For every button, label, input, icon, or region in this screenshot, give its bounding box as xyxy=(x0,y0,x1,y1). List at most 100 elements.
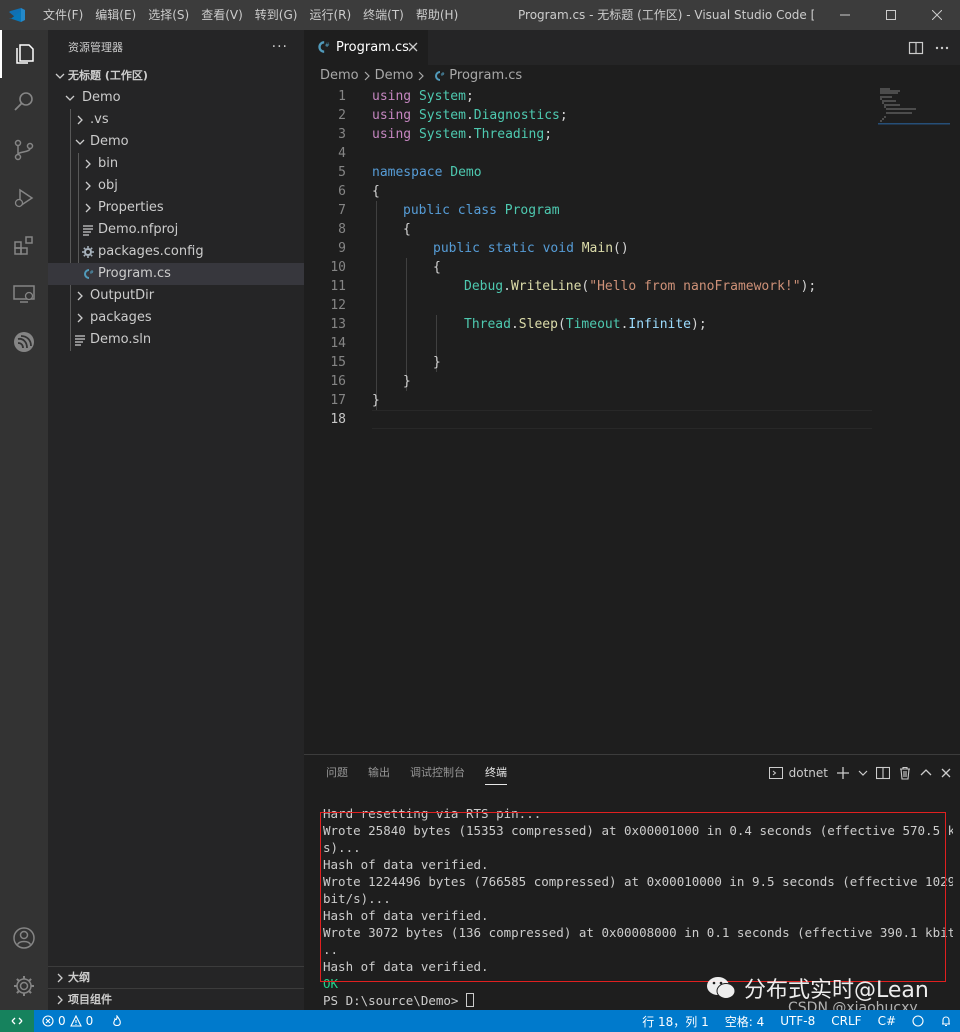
breadcrumb-item[interactable]: Demo xyxy=(320,65,359,87)
feedback-icon[interactable] xyxy=(912,1015,924,1027)
tree-item-properties[interactable]: Properties xyxy=(48,197,304,219)
code-token: { xyxy=(403,222,411,237)
tree-item-packages[interactable]: packages xyxy=(48,307,304,329)
code-line: 1 using System; xyxy=(304,87,960,106)
minimize-button[interactable] xyxy=(822,0,868,30)
problems-indicator[interactable]: 0 0 xyxy=(42,1010,123,1032)
tree-item-bin[interactable]: bin xyxy=(48,153,304,175)
tree-item-obj[interactable]: obj xyxy=(48,175,304,197)
workspace-root[interactable]: 无标题 (工作区) xyxy=(48,65,304,87)
line-number: 16 xyxy=(330,374,346,389)
remote-icon xyxy=(11,1017,23,1025)
tree-item-packages-config[interactable]: packages.config xyxy=(48,241,304,263)
run-debug-activity[interactable] xyxy=(0,174,48,222)
maximize-button[interactable] xyxy=(868,0,914,30)
close-icon[interactable] xyxy=(406,40,420,54)
chevron-right-icon xyxy=(80,197,96,219)
menu-selection[interactable]: 选择(S) xyxy=(142,0,195,30)
explorer-title: 资源管理器 xyxy=(68,41,123,54)
code-line: 13 Thread.Sleep(Timeout.Infinite); xyxy=(304,315,960,334)
breadcrumb-item[interactable]: Program.cs xyxy=(449,65,522,87)
tree-item-demo-root[interactable]: Demo xyxy=(48,87,304,109)
outline-section[interactable]: 大纲 xyxy=(48,966,304,988)
window-controls xyxy=(822,0,960,30)
cursor-position[interactable]: 行 18，列 1 xyxy=(642,1013,709,1030)
tab-terminal[interactable]: 终端 xyxy=(475,755,517,791)
svg-text:#: # xyxy=(441,72,445,78)
tree-item-label: Demo xyxy=(82,90,121,105)
chevron-right-icon xyxy=(72,109,88,131)
indentation[interactable]: 空格: 4 xyxy=(725,1013,765,1030)
explorer-activity[interactable] xyxy=(0,30,48,78)
close-window-button[interactable] xyxy=(914,0,960,30)
tree-item-demo-project[interactable]: Demo xyxy=(48,131,304,153)
code-token: } xyxy=(433,355,441,370)
tab-program-cs[interactable]: # Program.cs xyxy=(304,30,428,65)
terminal-selector[interactable]: dotnet xyxy=(768,766,828,780)
line-number: 18 xyxy=(330,412,346,427)
extensions-activity[interactable] xyxy=(0,222,48,270)
close-icon[interactable] xyxy=(940,767,952,779)
remote-explorer-activity[interactable] xyxy=(0,270,48,318)
tab-debug-console[interactable]: 调试控制台 xyxy=(400,755,475,791)
explorer-header: 资源管理器 ··· xyxy=(48,30,304,65)
accounts-activity[interactable] xyxy=(0,914,48,962)
minimap[interactable] xyxy=(878,87,950,127)
tree-item-label: obj xyxy=(98,178,118,193)
menu-file[interactable]: 文件(F) xyxy=(37,0,89,30)
split-editor-icon[interactable] xyxy=(908,40,924,56)
manage-activity[interactable] xyxy=(0,962,48,1010)
warning-count: 0 xyxy=(85,1014,94,1028)
split-terminal-icon[interactable] xyxy=(876,766,890,780)
tab-problems[interactable]: 问题 xyxy=(316,755,358,791)
more-actions-button[interactable]: ··· xyxy=(272,30,288,65)
language-mode[interactable]: C# xyxy=(878,1014,896,1028)
project-components-section[interactable]: 项目组件 xyxy=(48,988,304,1010)
espressif-activity[interactable] xyxy=(0,318,48,366)
add-terminal-icon[interactable] xyxy=(836,766,850,780)
chevron-right-icon xyxy=(72,307,88,329)
source-control-icon xyxy=(14,139,34,161)
bell-icon[interactable] xyxy=(940,1015,952,1027)
code-token: static xyxy=(487,241,535,256)
tree-item-nfproj[interactable]: Demo.nfproj xyxy=(48,219,304,241)
trash-icon[interactable] xyxy=(898,766,912,780)
chevron-right-icon xyxy=(80,175,96,197)
flame-icon[interactable] xyxy=(111,1015,123,1027)
more-actions-icon[interactable] xyxy=(934,40,950,56)
menu-terminal[interactable]: 终端(T) xyxy=(357,0,410,30)
encoding[interactable]: UTF-8 xyxy=(780,1014,815,1028)
menu-run[interactable]: 运行(R) xyxy=(303,0,357,30)
code-token: } xyxy=(403,374,411,389)
breadcrumb-item[interactable]: Demo xyxy=(375,65,414,87)
menu-go[interactable]: 转到(G) xyxy=(249,0,304,30)
remote-indicator[interactable] xyxy=(0,1010,34,1032)
chevron-down-icon[interactable] xyxy=(858,768,868,778)
tree-item-vs[interactable]: .vs xyxy=(48,109,304,131)
source-control-activity[interactable] xyxy=(0,126,48,174)
line-number: 9 xyxy=(338,241,346,256)
tree-item-program-cs[interactable]: # Program.cs xyxy=(48,263,304,285)
remote-explorer-icon xyxy=(13,285,35,303)
terminal-line: Wrote 1224496 bytes (766585 compressed) … xyxy=(323,874,953,889)
menu-help[interactable]: 帮助(H) xyxy=(410,0,464,30)
search-activity[interactable] xyxy=(0,78,48,126)
code-token: Debug xyxy=(464,279,504,294)
menu-bar: 文件(F) 编辑(E) 选择(S) 查看(V) 转到(G) 运行(R) 终端(T… xyxy=(37,0,464,30)
error-icon xyxy=(42,1015,54,1027)
terminal-line: bit/s)... xyxy=(323,891,391,906)
tree-item-demo-sln[interactable]: Demo.sln xyxy=(48,329,304,351)
project-components-label: 项目组件 xyxy=(68,993,112,1006)
tree-item-outputdir[interactable]: OutputDir xyxy=(48,285,304,307)
chevron-right-icon xyxy=(72,285,88,307)
current-line-highlight xyxy=(372,410,872,429)
chevron-up-icon[interactable] xyxy=(920,767,932,779)
code-editor[interactable]: 1 using System; 2 using System.Diagnostics… xyxy=(304,87,960,429)
tab-output[interactable]: 输出 xyxy=(358,755,400,791)
menu-view[interactable]: 查看(V) xyxy=(195,0,249,30)
terminal-line: Hard resetting via RTS pin... xyxy=(323,806,542,821)
line-number: 6 xyxy=(338,184,346,199)
end-of-line[interactable]: CRLF xyxy=(831,1014,861,1028)
terminal-line: s)... xyxy=(323,840,361,855)
menu-edit[interactable]: 编辑(E) xyxy=(89,0,142,30)
